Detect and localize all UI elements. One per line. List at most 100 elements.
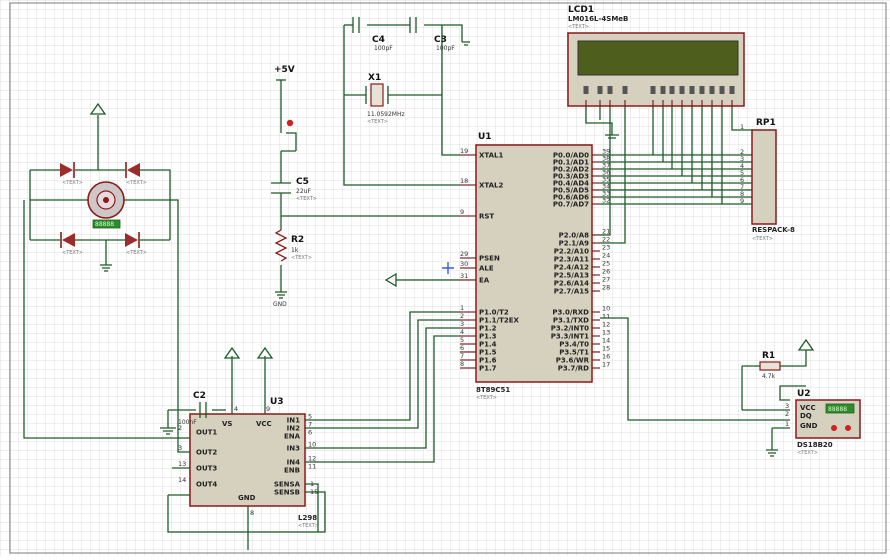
u1-pin-name: P3.4/T0	[559, 341, 589, 349]
u3-gnd-pin: 8	[250, 509, 254, 517]
r1-value: 4.7k	[762, 373, 776, 380]
u2-part: DS18B20	[797, 441, 833, 449]
u3-pin-number: 5	[308, 413, 312, 421]
schematic: +5V GND U1 8T89C51 <TEXT> 19XTAL118XTAL2…	[0, 0, 890, 556]
r2-value: 1k	[291, 247, 299, 254]
u1-pin-number: 23	[602, 244, 610, 252]
u1-pin-name: ALE	[479, 265, 494, 273]
u1-pin-number: 1	[460, 304, 464, 312]
r1-ref: R1	[762, 351, 775, 361]
dc-motor[interactable]: 88888	[87, 181, 125, 229]
u3-pin-number: 13	[178, 460, 186, 468]
u1-pin-name: P1.7	[479, 365, 497, 373]
u3-pin-number: 6	[308, 429, 312, 437]
u3-pin-number: 11	[308, 463, 316, 471]
lcd1-text: <TEXT>	[568, 24, 589, 30]
u1-pin-name: P3.2/INT0	[551, 325, 589, 333]
u1-pin-name: P1.5	[479, 349, 497, 357]
c3-value: 100pF	[436, 45, 455, 52]
u1-pin-number: 25	[602, 260, 610, 268]
u2-pin-number: 2	[785, 410, 789, 418]
u1-pin-name: P2.6/A14	[554, 280, 589, 288]
u2-text: <TEXT>	[797, 450, 818, 456]
u3-pin-name: SENSA	[274, 481, 301, 489]
rp1-pin-number: 1	[740, 123, 744, 131]
u2-pin-number: 1	[785, 420, 789, 428]
u2-display-text: 88888	[828, 406, 847, 413]
u3-pin-number: 14	[178, 476, 186, 484]
lcd1-pin-mark	[669, 86, 675, 94]
u2-pin-name: GND	[800, 422, 818, 430]
lcd1-screen	[577, 40, 739, 76]
lcd1-pin-mark	[583, 86, 589, 94]
u1-pin-name: P3.7/RD	[558, 365, 589, 373]
x1-value: 11.0592MHz	[367, 111, 405, 118]
u1-pin-number: 18	[460, 177, 468, 185]
x1-body	[370, 83, 384, 107]
rp1-part: RESPACK-8	[752, 226, 795, 234]
power-label: +5V	[274, 65, 295, 75]
u3-pin-number: 1	[310, 480, 314, 488]
grid-background	[0, 0, 890, 556]
u1-pin-number: 6	[460, 344, 464, 352]
u3-pin-number: 10	[308, 441, 316, 449]
u1-pin-number: 14	[602, 337, 610, 345]
u1-pin-name: P2.1/A9	[559, 240, 590, 248]
r2-text: <TEXT>	[291, 255, 312, 261]
u1-pin-name: P2.7/A15	[554, 288, 589, 296]
u1-pin-number: 32	[602, 197, 610, 205]
u1-pin-name: P1.3	[479, 333, 497, 341]
u1-ref: U1	[478, 132, 492, 142]
u3-vs-label: VS	[222, 420, 232, 428]
lcd1-pin-mark	[597, 86, 603, 94]
u1-pin-number: 26	[602, 268, 610, 276]
diode-text: <TEXT>	[126, 250, 147, 256]
u1-pin-name: PSEN	[479, 255, 500, 263]
u1-pin-name: P2.4/A12	[554, 264, 589, 272]
u1-pin-number: 12	[602, 321, 610, 329]
u3-ref: U3	[270, 397, 284, 407]
u1-pin-name: P1.4	[479, 341, 497, 349]
u3-pin-number: 12	[308, 455, 316, 463]
u1-pin-number: 8	[460, 360, 464, 368]
u1-pin-number: 24	[602, 252, 610, 260]
u1-pin-number: 5	[460, 336, 464, 344]
c4-ref: C4	[372, 35, 385, 45]
lcd1-pin-mark	[650, 86, 656, 94]
u2-led-right	[845, 425, 851, 431]
u2-ref: U2	[797, 389, 811, 399]
u1-pin-name: P3.3/INT1	[551, 333, 589, 341]
u1-pin-name: P2.0/A8	[559, 232, 590, 240]
motor-display-text: 88888	[95, 221, 114, 228]
u3-gnd-label: GND	[238, 494, 256, 502]
lcd1-pin-mark	[679, 86, 685, 94]
u2-pin-name: VCC	[800, 404, 816, 412]
diode-text: <TEXT>	[62, 250, 83, 256]
c2-value: 100nF	[178, 419, 197, 426]
u1-pin-number: 11	[602, 313, 610, 321]
diode-text: <TEXT>	[62, 180, 83, 186]
u1-mcu[interactable]: U1 8T89C51 <TEXT> 19XTAL118XTAL29RST29PS…	[460, 132, 610, 401]
u1-pin-name: P1.2	[479, 325, 497, 333]
u3-pin-number: 15	[310, 488, 318, 496]
u3-pin-name: ENB	[284, 467, 300, 475]
u1-pin-number: 2	[460, 312, 464, 320]
u3-pin-name: IN1	[287, 417, 300, 425]
u1-pin-number: 29	[460, 250, 468, 258]
u1-pin-name: XTAL1	[479, 152, 504, 160]
u2-led-left	[831, 425, 837, 431]
u1-pin-name: P3.0/RXD	[552, 309, 589, 317]
c5-text: <TEXT>	[296, 196, 317, 202]
lcd1-pin-mark	[660, 86, 666, 94]
u3-pin-name: IN4	[287, 459, 300, 467]
u2-pin-number: 3	[785, 402, 789, 410]
u1-pin-number: 19	[460, 147, 468, 155]
rp1-pin-number: 9	[740, 197, 744, 205]
lcd1-ref: LCD1	[568, 5, 594, 15]
schematic-canvas: +5V GND U1 8T89C51 <TEXT> 19 XTAL1 18 XTAL2…	[0, 0, 890, 556]
u1-pin-number: 13	[602, 329, 610, 337]
u3-pin-name: IN2	[287, 425, 300, 433]
motor-shaft	[103, 197, 109, 203]
u1-pin-name: P2.3/A11	[554, 256, 589, 264]
u1-pin-name: P1.0/T2	[479, 309, 509, 317]
